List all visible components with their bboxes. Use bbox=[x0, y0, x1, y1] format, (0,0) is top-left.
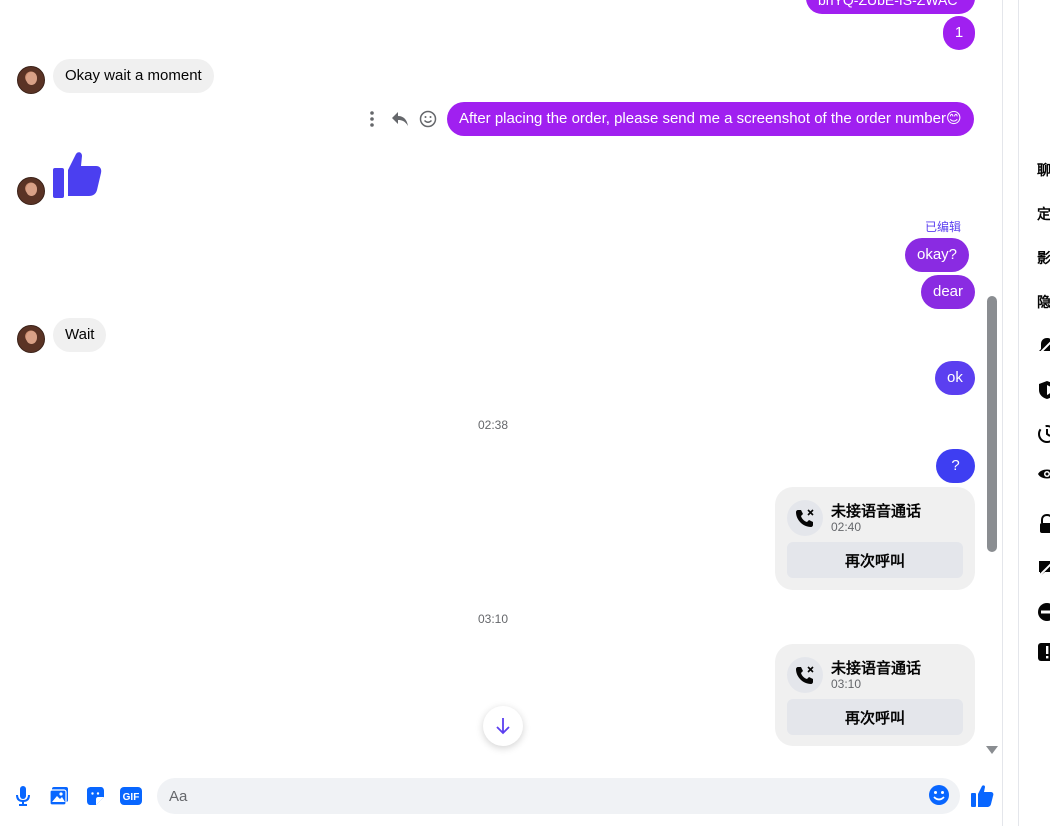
call-again-button[interactable]: 再次呼叫 bbox=[787, 699, 963, 735]
message-outgoing[interactable]: After placing the order, please send me … bbox=[447, 102, 974, 136]
missed-call-card: 未接语音通话 02:40 再次呼叫 bbox=[775, 487, 975, 590]
mic-icon[interactable] bbox=[11, 784, 35, 808]
message-text: dear bbox=[933, 283, 964, 300]
svg-text:GIF: GIF bbox=[123, 792, 140, 803]
timestamp: 03:10 bbox=[477, 612, 509, 626]
more-icon[interactable] bbox=[362, 108, 382, 130]
call-time: 02:40 bbox=[831, 520, 862, 534]
message-text: After placing the order, please send me … bbox=[459, 110, 962, 127]
sticker-icon[interactable] bbox=[83, 784, 107, 808]
message-outgoing[interactable]: bnYQ-ZUbE-IS-ZWAC bbox=[806, 0, 975, 14]
avatar[interactable] bbox=[17, 177, 45, 205]
timestamp: 02:38 bbox=[477, 418, 509, 432]
message-text: ok bbox=[947, 369, 963, 386]
chat-panel: bnYQ-ZUbE-IS-ZWAC 1 Okay wait a moment A… bbox=[0, 0, 1003, 826]
message-text: 1 bbox=[954, 24, 964, 41]
conversation-settings-panel: 聊 定 影 隐 bbox=[1018, 0, 1050, 826]
call-again-button[interactable]: 再次呼叫 bbox=[787, 542, 963, 578]
avatar[interactable] bbox=[17, 66, 45, 94]
message-input-box[interactable] bbox=[157, 778, 960, 814]
message-text: ? bbox=[951, 457, 960, 474]
side-item[interactable]: 定 bbox=[1037, 204, 1050, 224]
scroll-to-bottom-button[interactable] bbox=[483, 706, 523, 746]
side-item[interactable]: 隐 bbox=[1037, 292, 1050, 312]
composer: GIF bbox=[0, 770, 1002, 826]
message-text: Okay wait a moment bbox=[65, 67, 202, 84]
thumbs-up-icon[interactable] bbox=[52, 150, 102, 205]
bell-off-icon[interactable] bbox=[1037, 336, 1050, 356]
message-text: bnYQ-ZUbE-IS-ZWAC bbox=[818, 0, 958, 8]
side-item[interactable]: 影 bbox=[1037, 248, 1050, 268]
message-outgoing[interactable]: ok bbox=[935, 361, 975, 395]
message-incoming[interactable]: Wait bbox=[53, 318, 107, 352]
shield-icon[interactable] bbox=[1037, 380, 1050, 400]
call-time: 03:10 bbox=[831, 677, 862, 691]
missed-call-icon bbox=[787, 657, 823, 693]
arrow-down-icon bbox=[496, 718, 510, 735]
call-title: 未接语音通话 bbox=[831, 659, 922, 677]
side-item[interactable]: 聊 bbox=[1037, 160, 1050, 180]
eye-icon[interactable] bbox=[1037, 464, 1050, 484]
message-text: Wait bbox=[65, 326, 95, 343]
message-input[interactable] bbox=[169, 778, 909, 814]
lock-icon[interactable] bbox=[1037, 514, 1050, 534]
image-icon[interactable] bbox=[47, 784, 71, 808]
report-icon[interactable] bbox=[1037, 642, 1050, 662]
chat-off-icon[interactable] bbox=[1037, 558, 1050, 578]
message-outgoing[interactable]: okay? bbox=[905, 238, 970, 272]
emoji-icon[interactable] bbox=[928, 784, 952, 808]
reply-icon[interactable] bbox=[390, 108, 410, 130]
gif-icon[interactable]: GIF bbox=[119, 784, 143, 808]
message-incoming[interactable]: Okay wait a moment bbox=[53, 59, 214, 93]
message-outgoing[interactable]: ? bbox=[936, 449, 975, 483]
message-outgoing[interactable]: 1 bbox=[943, 16, 975, 50]
timer-icon[interactable] bbox=[1037, 424, 1050, 444]
missed-call-card: 未接语音通话 03:10 再次呼叫 bbox=[775, 644, 975, 746]
block-icon[interactable] bbox=[1037, 602, 1050, 622]
like-icon[interactable] bbox=[969, 783, 995, 809]
message-outgoing[interactable]: dear bbox=[921, 275, 976, 309]
message-actions bbox=[362, 108, 438, 130]
react-icon[interactable] bbox=[418, 108, 438, 130]
message-text: okay? bbox=[917, 246, 958, 263]
missed-call-icon bbox=[787, 500, 823, 536]
edited-label: 已编辑 bbox=[925, 220, 962, 234]
scrollbar-thumb[interactable] bbox=[987, 296, 997, 552]
avatar[interactable] bbox=[17, 325, 45, 353]
call-title: 未接语音通话 bbox=[831, 502, 922, 520]
scroll-down-arrow[interactable] bbox=[986, 746, 998, 754]
